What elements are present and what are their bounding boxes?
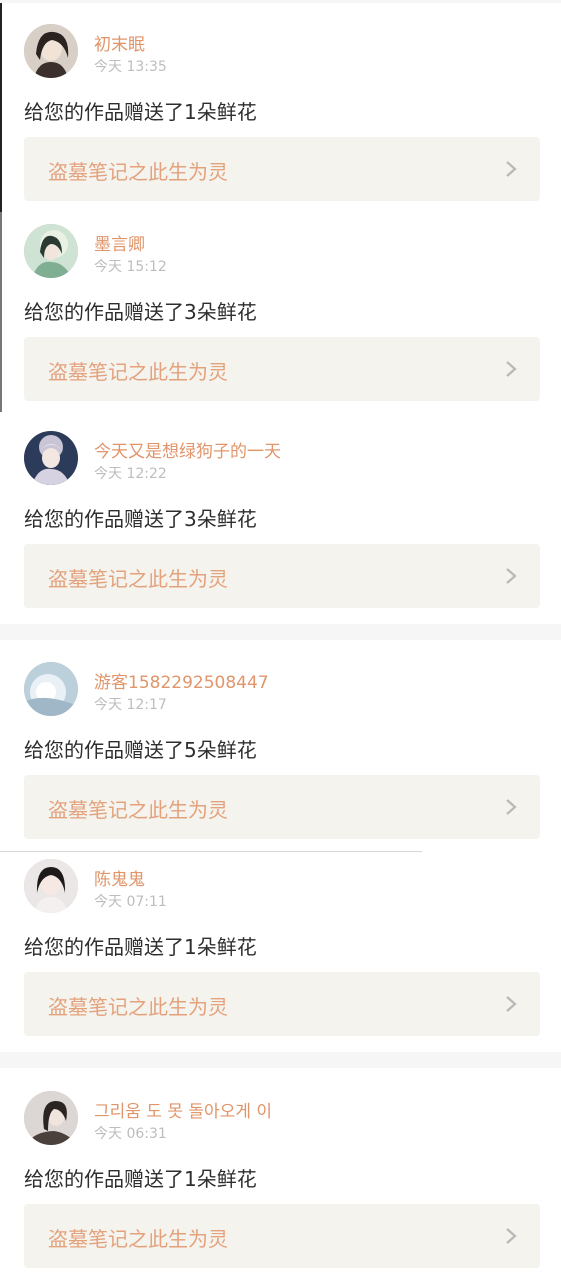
timestamp: 今天 15:12 — [94, 259, 167, 275]
chevron-right-icon — [506, 568, 517, 584]
gift-message: 给您的作品赠送了1朵鲜花 — [24, 100, 257, 124]
username[interactable]: 今天又是想绿狗子的一天 — [94, 437, 281, 462]
divider — [0, 0, 561, 3]
gift-message: 给您的作品赠送了3朵鲜花 — [24, 300, 257, 324]
avatar[interactable] — [24, 224, 78, 278]
section-divider — [0, 624, 561, 640]
work-title: 盗墓笔记之此生为灵 — [48, 160, 228, 184]
gift-message: 给您的作品赠送了5朵鲜花 — [24, 738, 257, 762]
timestamp: 今天 07:11 — [94, 894, 167, 910]
screen-edge — [0, 212, 2, 412]
chevron-right-icon — [506, 161, 517, 177]
work-title: 盗墓笔记之此生为灵 — [48, 360, 228, 384]
work-card[interactable]: 盗墓笔记之此生为灵 — [24, 1204, 540, 1268]
work-title: 盗墓笔记之此生为灵 — [48, 798, 228, 822]
avatar[interactable] — [24, 662, 78, 716]
work-card[interactable]: 盗墓笔记之此生为灵 — [24, 972, 540, 1036]
work-title: 盗墓笔记之此生为灵 — [48, 1227, 228, 1251]
username[interactable]: 初末眠 — [94, 30, 145, 55]
work-card[interactable]: 盗墓笔记之此生为灵 — [24, 137, 540, 201]
username[interactable]: 墨言卿 — [94, 230, 145, 255]
username[interactable]: 그리움 도 못 돌아오게 이 — [94, 1097, 272, 1122]
section-divider — [0, 1052, 561, 1068]
username[interactable]: 游客1582292508447 — [94, 668, 269, 693]
avatar[interactable] — [24, 859, 78, 913]
gift-message: 给您的作品赠送了1朵鲜花 — [24, 935, 257, 959]
username[interactable]: 陈鬼鬼 — [94, 865, 145, 890]
separator-line — [0, 851, 422, 852]
work-card[interactable]: 盗墓笔记之此生为灵 — [24, 337, 540, 401]
chevron-right-icon — [506, 996, 517, 1012]
gift-message: 给您的作品赠送了1朵鲜花 — [24, 1167, 257, 1191]
avatar[interactable] — [24, 1091, 78, 1145]
gift-message: 给您的作品赠送了3朵鲜花 — [24, 507, 257, 531]
timestamp: 今天 12:22 — [94, 466, 167, 482]
screen-edge — [0, 0, 2, 212]
work-title: 盗墓笔记之此生为灵 — [48, 995, 228, 1019]
timestamp: 今天 12:17 — [94, 697, 167, 713]
timestamp: 今天 13:35 — [94, 59, 167, 75]
chevron-right-icon — [506, 1228, 517, 1244]
timestamp: 今天 06:31 — [94, 1126, 167, 1142]
work-card[interactable]: 盗墓笔记之此生为灵 — [24, 775, 540, 839]
avatar[interactable] — [24, 24, 78, 78]
chevron-right-icon — [506, 361, 517, 377]
work-card[interactable]: 盗墓笔记之此生为灵 — [24, 544, 540, 608]
chevron-right-icon — [506, 799, 517, 815]
work-title: 盗墓笔记之此生为灵 — [48, 567, 228, 591]
avatar[interactable] — [24, 431, 78, 485]
